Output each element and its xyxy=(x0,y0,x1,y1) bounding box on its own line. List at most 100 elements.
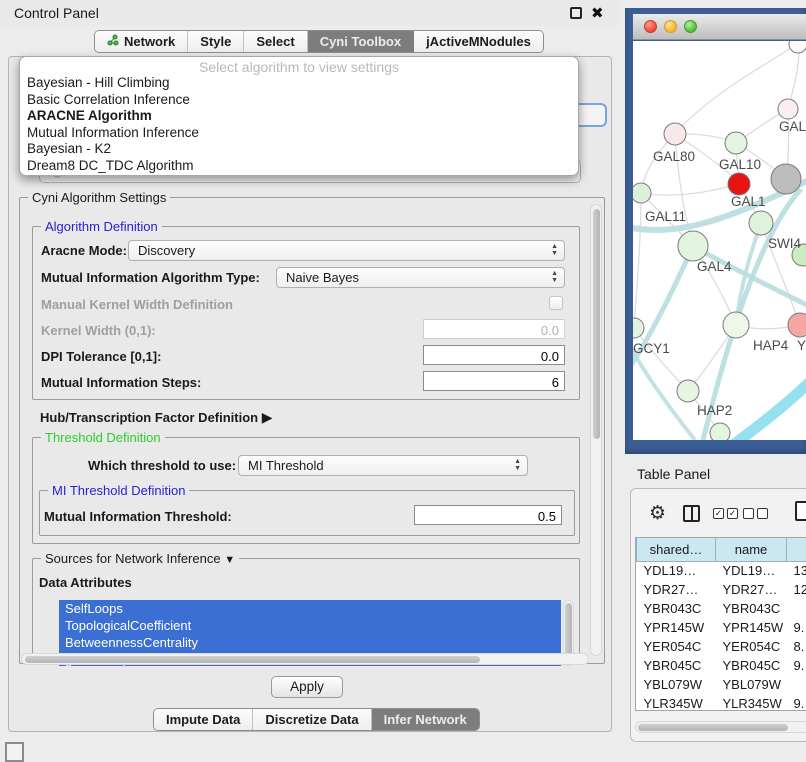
table-cell[interactable]: 9. xyxy=(787,694,806,711)
tab-infer-network[interactable]: Infer Network xyxy=(372,709,479,730)
table-cell[interactable]: YDR27… xyxy=(716,580,787,599)
table-row[interactable]: YPR145WYPR145W9. xyxy=(637,618,806,637)
network-node[interactable] xyxy=(728,173,750,195)
algorithm-option[interactable]: Dream8 DC_TDC Algorithm xyxy=(20,158,578,175)
list-item[interactable]: SelfLoops xyxy=(59,600,561,617)
tab-style[interactable]: Style xyxy=(188,31,244,52)
manual-kernel-checkbox[interactable] xyxy=(549,296,563,310)
table-cell[interactable]: YLR345W xyxy=(637,694,716,711)
columns-icon[interactable] xyxy=(683,505,700,522)
export-table-icon[interactable] xyxy=(795,501,806,521)
table-row[interactable]: YER054CYER054C8. xyxy=(637,637,806,656)
tab-cyni-toolbox[interactable]: Cyni Toolbox xyxy=(308,31,414,52)
algorithm-option[interactable]: Basic Correlation Inference xyxy=(20,92,578,109)
settings-horizontal-scrollbar-thumb[interactable] xyxy=(25,656,480,663)
network-node[interactable] xyxy=(710,423,730,440)
network-edge[interactable] xyxy=(634,193,641,328)
select-all-columns-icon[interactable]: ✓✓ xyxy=(713,508,738,519)
table-cell[interactable]: YER054C xyxy=(716,637,787,656)
table-row[interactable]: YBR043CYBR043C xyxy=(637,599,806,618)
algorithm-option[interactable]: Mutual Information Inference xyxy=(20,125,578,142)
list-item[interactable]: BetweennessCentrality xyxy=(59,634,561,651)
network-node[interactable] xyxy=(789,41,806,53)
table-cell[interactable] xyxy=(787,675,806,694)
table-row[interactable]: YLR345WYLR345W9. xyxy=(637,694,806,711)
algorithm-option-selected[interactable]: ARACNE Algorithm xyxy=(20,108,578,125)
network-node[interactable] xyxy=(725,132,747,154)
column-header[interactable]: shared… xyxy=(637,538,716,561)
table-cell[interactable]: 12 xyxy=(787,580,806,599)
network-canvas[interactable]: GALGAL80GAL10GAL1GAL11SWI4GAL4GCY1HAP4YH… xyxy=(633,41,806,440)
table-cell[interactable]: YPR145W xyxy=(716,618,787,637)
minimize-traffic-icon[interactable] xyxy=(664,20,677,33)
column-header[interactable]: A xyxy=(787,538,806,561)
network-node[interactable] xyxy=(633,183,651,203)
network-node[interactable] xyxy=(788,313,806,337)
aracne-mode-combobox[interactable]: Discovery ▲▼ xyxy=(128,240,565,261)
network-node[interactable] xyxy=(749,211,773,235)
float-window-icon[interactable] xyxy=(570,7,582,19)
zoom-traffic-icon[interactable] xyxy=(684,20,697,33)
tab-impute-data[interactable]: Impute Data xyxy=(154,709,253,730)
network-node[interactable] xyxy=(723,312,749,338)
close-icon[interactable]: ✖ xyxy=(591,7,604,20)
close-traffic-icon[interactable] xyxy=(644,20,657,33)
table-cell[interactable]: YBR043C xyxy=(637,599,716,618)
table-cell[interactable]: YER054C xyxy=(637,637,716,656)
column-header[interactable]: name xyxy=(716,538,787,561)
table-row[interactable]: YDR27…YDR27…12 xyxy=(637,580,806,599)
mi-steps-field[interactable] xyxy=(423,371,565,391)
hub-definition-toggle[interactable]: Hub/Transcription Factor Definition ▶ xyxy=(40,409,273,426)
table-cell[interactable]: YDL19… xyxy=(637,561,716,580)
settings-vertical-scrollbar-thumb[interactable] xyxy=(593,209,600,439)
settings-vertical-scrollbar[interactable] xyxy=(590,204,602,656)
tab-jactivemnodules[interactable]: jActiveMNodules xyxy=(414,31,543,52)
table-cell[interactable]: 8. xyxy=(787,637,806,656)
mi-threshold-field[interactable] xyxy=(414,505,562,525)
network-edge[interactable] xyxy=(641,184,739,195)
table-cell[interactable]: YBL079W xyxy=(637,675,716,694)
tab-select[interactable]: Select xyxy=(244,31,307,52)
minimized-panel-grip[interactable] xyxy=(5,742,24,762)
network-window-titlebar[interactable] xyxy=(633,14,806,40)
network-node[interactable] xyxy=(678,231,708,261)
table-cell[interactable]: YDL19… xyxy=(716,561,787,580)
dpi-tolerance-field[interactable] xyxy=(423,345,565,365)
table-cell[interactable]: YBL079W xyxy=(716,675,787,694)
table-cell[interactable]: YBR045C xyxy=(716,656,787,675)
chevron-down-icon[interactable]: ▼ xyxy=(224,554,235,566)
settings-horizontal-scrollbar[interactable] xyxy=(21,653,589,665)
table-row[interactable]: YBL079WYBL079W xyxy=(637,675,806,694)
table-cell[interactable]: YBR043C xyxy=(716,599,787,618)
network-node[interactable] xyxy=(664,123,686,145)
table-cell[interactable]: 9. xyxy=(787,656,806,675)
network-edge[interactable] xyxy=(634,328,688,391)
apply-button[interactable]: Apply xyxy=(271,676,343,698)
tab-discretize-data[interactable]: Discretize Data xyxy=(253,709,371,730)
network-edge[interactable] xyxy=(733,379,806,440)
kernel-width-field[interactable] xyxy=(423,319,565,339)
table-cell[interactable]: 9. xyxy=(787,618,806,637)
algorithm-option[interactable]: Bayesian - K2 xyxy=(20,141,578,158)
table-cell[interactable]: YBR045C xyxy=(637,656,716,675)
network-node[interactable] xyxy=(778,99,798,119)
table-horizontal-scrollbar[interactable] xyxy=(635,721,806,733)
gear-icon[interactable]: ⚙ xyxy=(649,502,666,525)
list-item[interactable]: TopologicalCoefficient xyxy=(59,617,561,634)
table-cell[interactable]: YPR145W xyxy=(637,618,716,637)
table-cell[interactable]: 13 xyxy=(787,561,806,580)
network-node[interactable] xyxy=(633,318,644,338)
table-cell[interactable] xyxy=(787,599,806,618)
table-row[interactable]: YDL19…YDL19…13 xyxy=(637,561,806,580)
tab-network[interactable]: Network xyxy=(95,31,188,52)
node-table[interactable]: shared… name A YDL19…YDL19…13YDR27…YDR27… xyxy=(635,537,806,711)
table-row[interactable]: YBR045CYBR045C9. xyxy=(637,656,806,675)
deselect-all-columns-icon[interactable] xyxy=(743,508,768,519)
table-horizontal-scrollbar-thumb[interactable] xyxy=(638,724,788,731)
which-threshold-combobox[interactable]: MI Threshold ▲▼ xyxy=(238,455,528,476)
algorithm-option[interactable]: Bayesian - Hill Climbing xyxy=(20,75,578,92)
network-node[interactable] xyxy=(771,164,801,194)
network-node[interactable] xyxy=(677,380,699,402)
table-cell[interactable]: YLR345W xyxy=(716,694,787,711)
mi-algorithm-type-combobox[interactable]: Naive Bayes ▲▼ xyxy=(276,267,565,288)
